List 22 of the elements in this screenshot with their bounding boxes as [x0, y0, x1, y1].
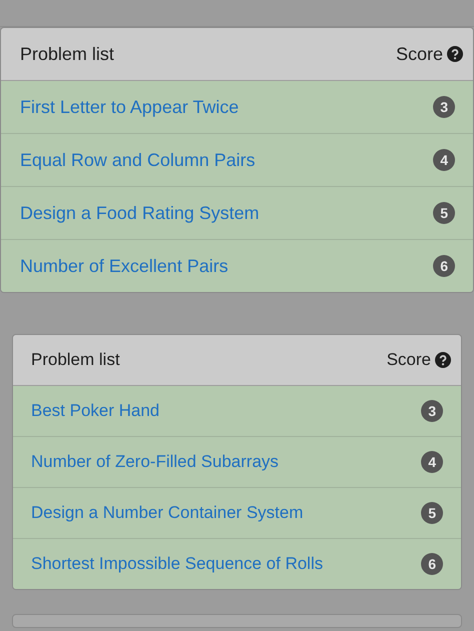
- score-badge: 4: [421, 451, 443, 473]
- score-badge: 3: [433, 96, 455, 118]
- problem-link[interactable]: Design a Number Container System: [31, 503, 304, 523]
- score-heading: Score: [386, 350, 431, 370]
- score-badge: 5: [421, 502, 443, 524]
- score-heading: Score: [396, 44, 443, 64]
- problem-link[interactable]: Shortest Impossible Sequence of Rolls: [31, 554, 323, 574]
- score-badge: 3: [421, 400, 443, 422]
- help-icon[interactable]: [447, 46, 463, 62]
- panel-title: Problem list: [20, 44, 114, 64]
- problem-link[interactable]: Best Poker Hand: [31, 401, 160, 421]
- score-badge: 4: [433, 149, 455, 171]
- problem-link[interactable]: Number of Excellent Pairs: [20, 256, 228, 276]
- help-icon[interactable]: [435, 352, 451, 368]
- score-badge: 6: [421, 553, 443, 575]
- problem-link[interactable]: First Letter to Appear Twice: [20, 96, 239, 118]
- score-badge: 6: [433, 255, 455, 277]
- score-badge: 5: [433, 202, 455, 224]
- problem-link[interactable]: Design a Food Rating System: [20, 202, 260, 224]
- problem-link[interactable]: Equal Row and Column Pairs: [20, 150, 256, 170]
- problem-link[interactable]: Number of Zero-Filled Subarrays: [31, 452, 279, 472]
- panel-title: Problem list: [31, 350, 120, 370]
